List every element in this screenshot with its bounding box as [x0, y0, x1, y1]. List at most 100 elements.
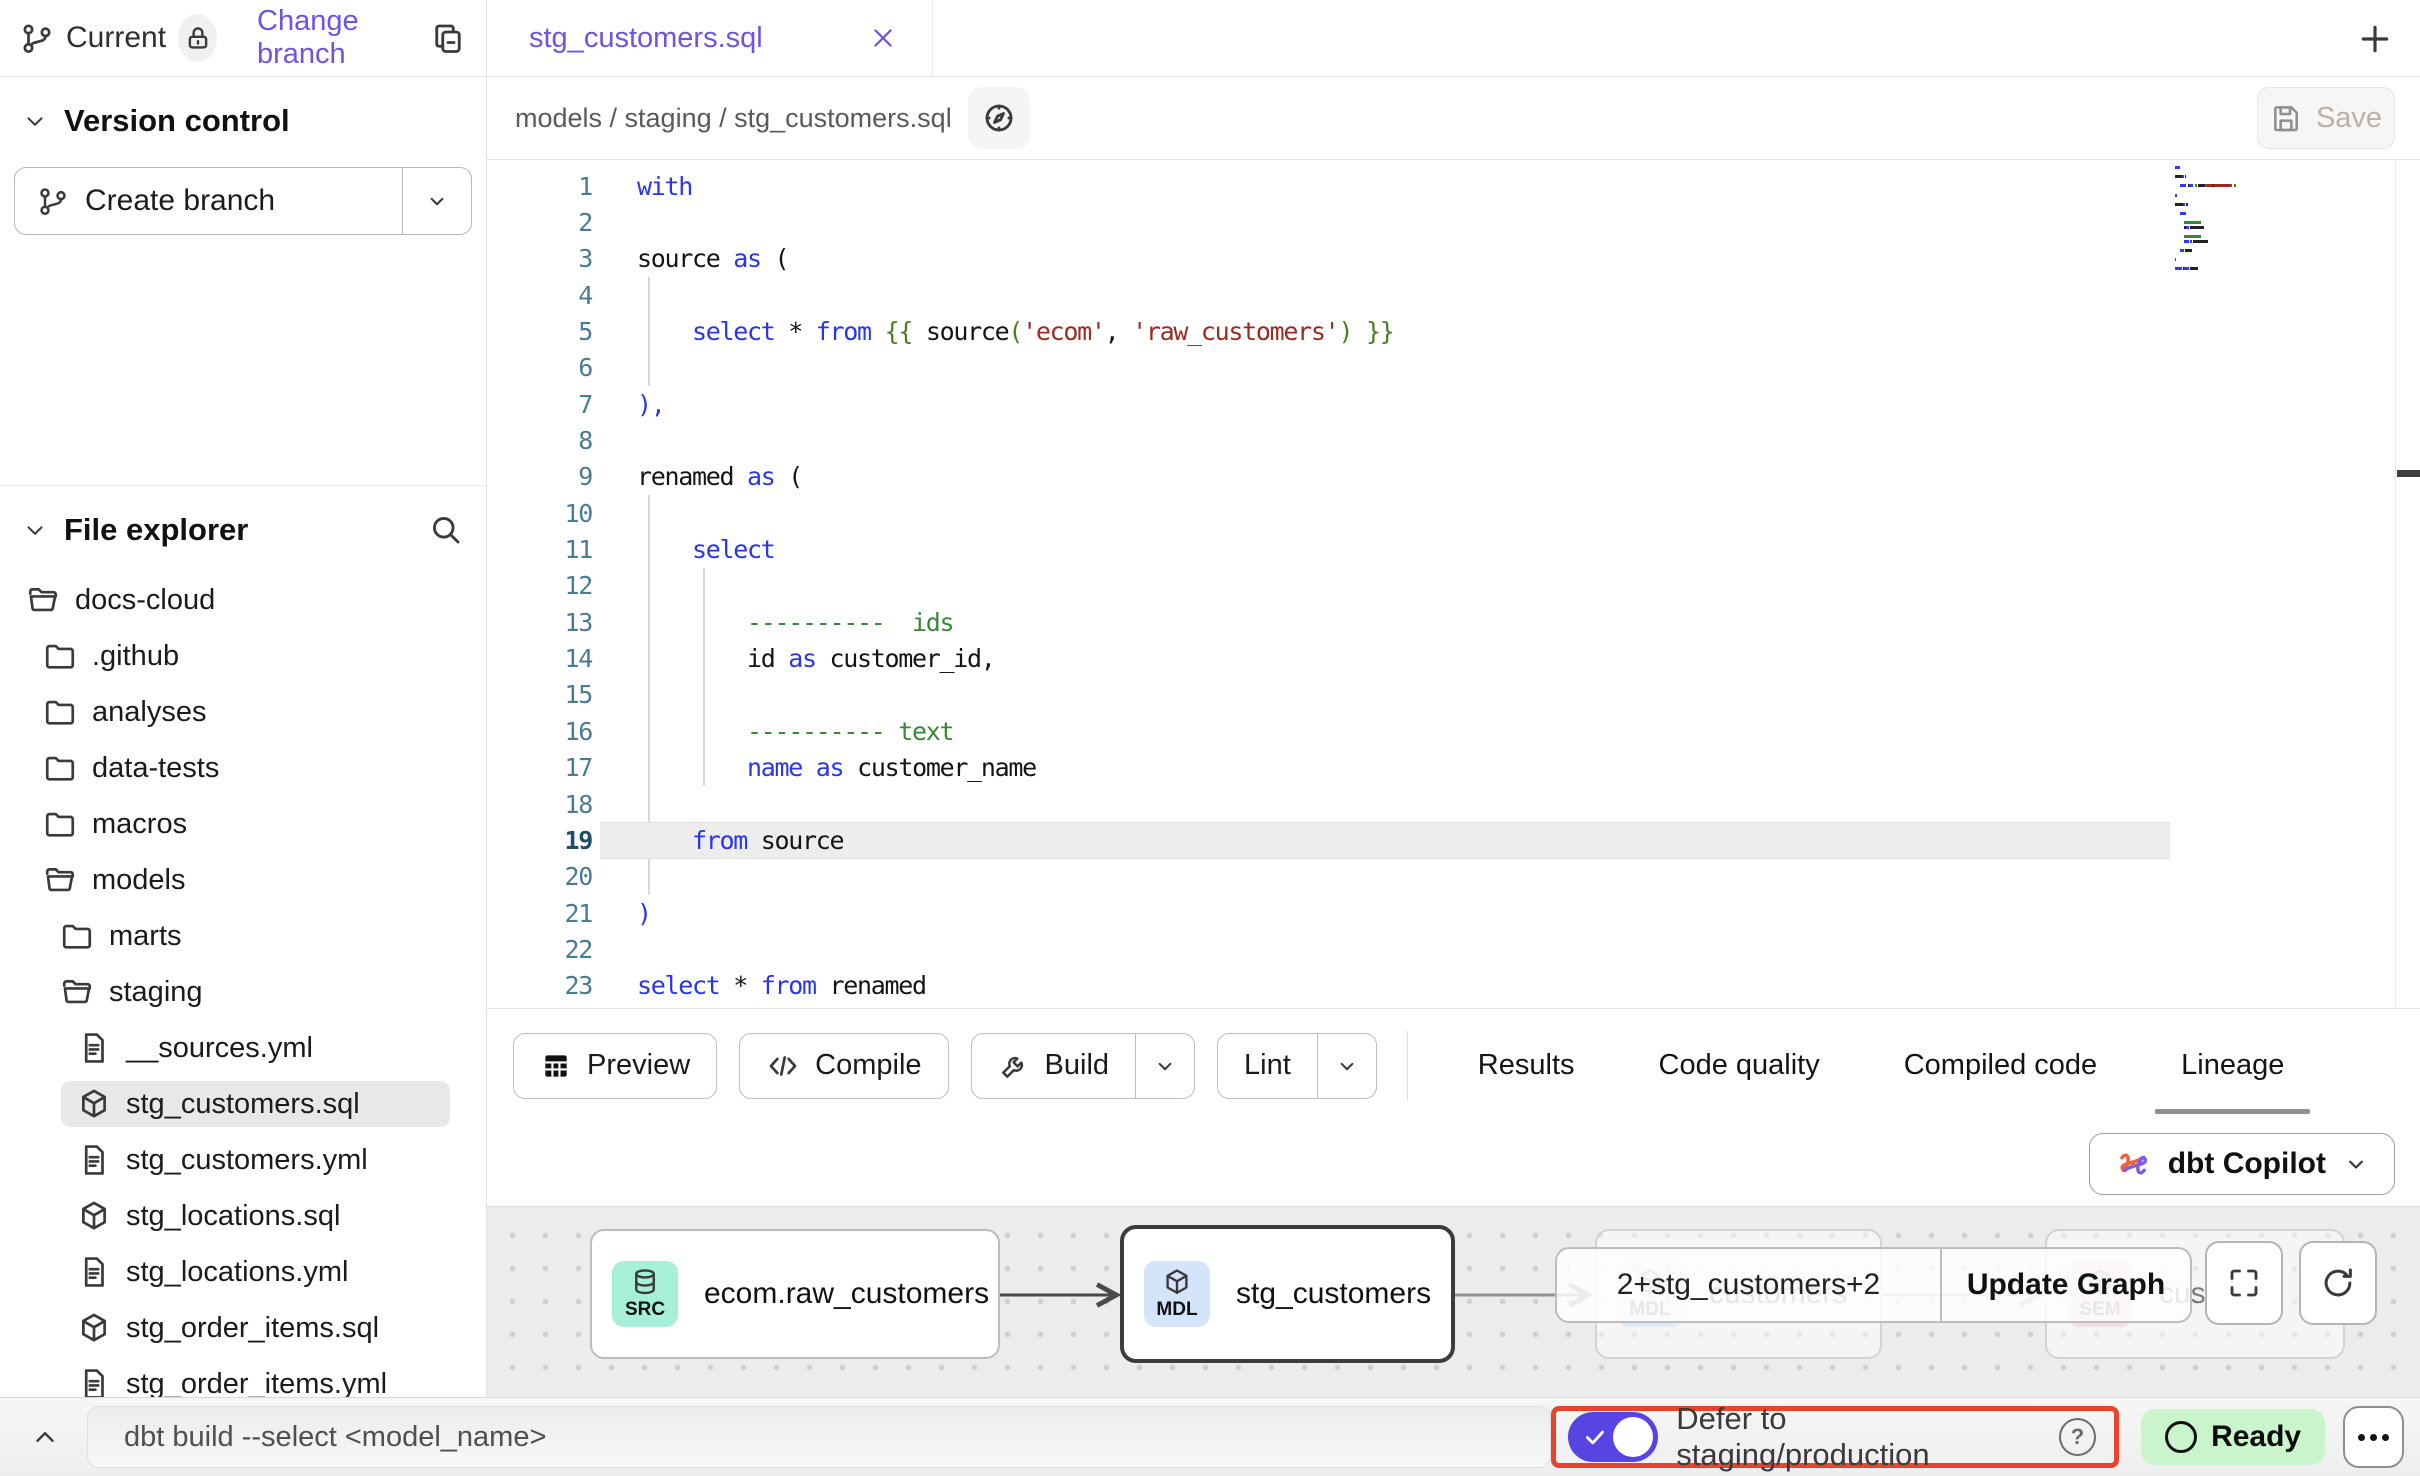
copy-icon[interactable] [430, 20, 466, 56]
current-branch-label: Current [66, 21, 166, 55]
fullscreen-button[interactable] [2205, 1241, 2283, 1325]
build-dropdown[interactable] [1135, 1034, 1194, 1098]
defer-toggle[interactable] [1568, 1412, 1658, 1462]
panel-tab-code-quality[interactable]: Code quality [1617, 1009, 1862, 1122]
panel-tab-lineage[interactable]: Lineage [2139, 1009, 2326, 1122]
folder-open-icon [60, 975, 94, 1009]
line-number: 2 [487, 208, 600, 237]
preview-button[interactable]: Preview [513, 1033, 717, 1099]
lint-dropdown[interactable] [1317, 1034, 1376, 1098]
defer-toggle-group: Defer to staging/production ? [1551, 1406, 2119, 1468]
folder-open-icon [43, 863, 77, 897]
editor-scrollbar[interactable] [2395, 160, 2420, 1008]
update-graph-button[interactable]: Update Graph [1942, 1249, 2190, 1321]
lint-button-group[interactable]: Lint [1217, 1033, 1377, 1099]
lock-icon [183, 23, 213, 53]
src-badge: SRC [612, 1261, 678, 1327]
file-explorer-header[interactable]: File explorer [0, 486, 486, 558]
chevron-down-icon [22, 517, 48, 543]
lint-button[interactable]: Lint [1218, 1034, 1317, 1098]
more-options-button[interactable] [2343, 1406, 2404, 1468]
change-branch-link[interactable]: Change branch [257, 5, 418, 71]
file-item-stg_locations.sql[interactable]: stg_locations.sql [0, 1188, 486, 1244]
dbt-copilot-button[interactable]: dbt Copilot [2089, 1133, 2395, 1195]
node-label: ecom.raw_customers [704, 1277, 989, 1311]
file-icon [77, 1255, 111, 1289]
status-ready-badge: Ready [2141, 1409, 2325, 1465]
line-number: 3 [487, 244, 600, 273]
graph-selector-input[interactable]: 2+stg_customers+2 [1557, 1249, 1942, 1321]
code-line-17: 17 name as customer_name [487, 750, 2170, 786]
line-number: 5 [487, 317, 600, 346]
refresh-button[interactable] [2299, 1241, 2377, 1325]
file-item-stg_customers.yml[interactable]: stg_customers.yml [0, 1132, 486, 1188]
panel-tabs: ResultsCode qualityCompiled codeLineage [1436, 1009, 2327, 1122]
toggle-knob [1613, 1417, 1653, 1457]
collapse-panel-button[interactable] [20, 1422, 69, 1452]
ready-label: Ready [2211, 1420, 2301, 1454]
model-navigate-button[interactable] [968, 87, 1030, 149]
file-item-label: data-tests [92, 752, 219, 785]
file-item-macros[interactable]: macros [0, 796, 486, 852]
code-icon [766, 1049, 800, 1083]
command-input[interactable]: dbt build --select <model_name> [87, 1406, 1551, 1468]
code-line-2: 2 [487, 204, 2170, 240]
line-number: 23 [487, 971, 600, 1000]
line-number: 17 [487, 753, 600, 782]
file-item-label: stg_locations.yml [126, 1256, 348, 1289]
search-icon[interactable] [428, 512, 464, 548]
create-branch-button[interactable]: Create branch [14, 167, 472, 235]
file-item-staging[interactable]: staging [0, 964, 486, 1020]
save-icon [2270, 102, 2302, 134]
create-branch-dropdown[interactable] [402, 168, 471, 234]
file-item-analyses[interactable]: analyses [0, 684, 486, 740]
code-editor[interactable]: 1with23source as (45 select * from {{ so… [487, 160, 2420, 1008]
line-number: 16 [487, 717, 600, 746]
lineage-node-ecom.raw_customers[interactable]: SRC ecom.raw_customers [590, 1229, 1000, 1359]
save-button[interactable]: Save [2257, 87, 2395, 149]
line-number: 19 [487, 826, 600, 855]
file-item-label: stg_order_items.yml [126, 1368, 387, 1401]
toolbar-divider [1407, 1031, 1408, 1101]
new-tab-button[interactable] [2352, 16, 2398, 62]
plus-icon [2355, 19, 2395, 59]
compile-button[interactable]: Compile [739, 1033, 948, 1099]
panel-tab-results[interactable]: Results [1436, 1009, 1617, 1122]
scrollbar-thumb[interactable] [2397, 470, 2420, 477]
file-item-stg_customers.sql[interactable]: stg_customers.sql [0, 1076, 486, 1132]
help-icon[interactable]: ? [2059, 1418, 2096, 1456]
wrench-icon [998, 1050, 1030, 1082]
tab-stg-customers[interactable]: stg_customers.sql [487, 0, 933, 76]
model-icon [77, 1311, 111, 1345]
code-line-6: 6 [487, 350, 2170, 386]
action-toolbar: Preview Compile Build [487, 1008, 2420, 1122]
minimap[interactable] [2175, 166, 2385, 272]
line-number: 13 [487, 608, 600, 637]
file-item-stg_locations.yml[interactable]: stg_locations.yml [0, 1244, 486, 1300]
file-item-models[interactable]: models [0, 852, 486, 908]
code-line-3: 3source as ( [487, 241, 2170, 277]
save-label: Save [2316, 102, 2382, 135]
compass-icon [981, 100, 1017, 136]
dbt-copilot-logo-icon [2114, 1145, 2152, 1183]
build-button[interactable]: Build [972, 1034, 1136, 1098]
file-item-.github[interactable]: .github [0, 628, 486, 684]
file-icon [77, 1367, 111, 1401]
file-item-__sources.yml[interactable]: __sources.yml [0, 1020, 486, 1076]
file-item-data-tests[interactable]: data-tests [0, 740, 486, 796]
graph-selector-bar: 2+stg_customers+2 Update Graph [1555, 1247, 2192, 1323]
file-item-label: macros [92, 808, 187, 841]
lineage-node-stg_customers[interactable]: MDLstg_customers [1120, 1225, 1455, 1363]
version-control-header[interactable]: Version control [0, 77, 486, 149]
close-icon[interactable] [868, 23, 898, 53]
build-label: Build [1045, 1049, 1110, 1082]
file-item-docs-cloud[interactable]: docs-cloud [0, 572, 486, 628]
build-button-group[interactable]: Build [971, 1033, 1196, 1099]
file-item-stg_order_items.sql[interactable]: stg_order_items.sql [0, 1300, 486, 1356]
lineage-panel[interactable]: SRCecom.raw_customersMDLstg_customersMDL… [487, 1206, 2420, 1397]
code-line-14: 14 id as customer_id, [487, 640, 2170, 676]
file-item-marts[interactable]: marts [0, 908, 486, 964]
main-area: stg_customers.sql models / staging / stg… [487, 0, 2420, 1397]
table-icon [540, 1050, 572, 1082]
panel-tab-compiled-code[interactable]: Compiled code [1862, 1009, 2139, 1122]
